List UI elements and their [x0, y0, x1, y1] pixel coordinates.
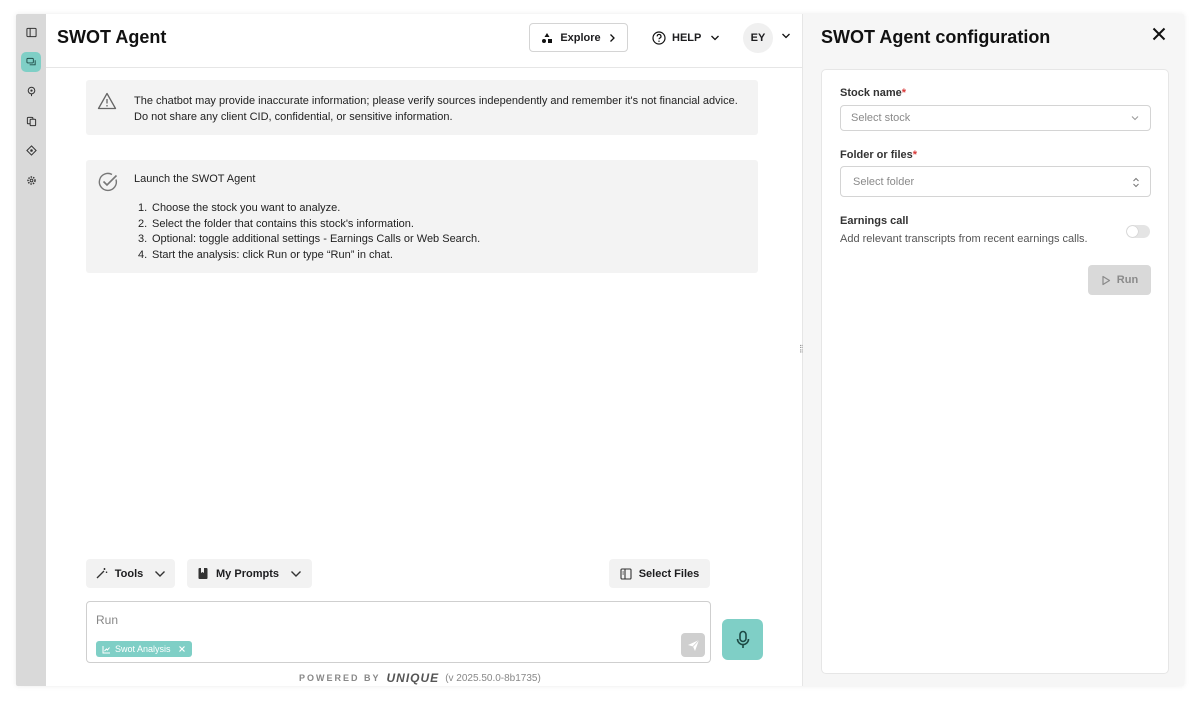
folder-label: Folder or files* — [840, 149, 918, 161]
step-number: 1. — [138, 202, 148, 214]
step-number: 2. — [138, 217, 148, 230]
prompts-nav-button[interactable] — [21, 140, 41, 160]
earnings-call-toggle[interactable] — [1126, 225, 1150, 238]
powered-by-text: POWERED BY — [299, 673, 381, 683]
step-text: Start the analysis: click Run or type “R… — [152, 249, 393, 262]
step-number: 3. — [138, 233, 148, 246]
step-text: Optional: toggle additional settings - E… — [152, 233, 481, 246]
run-button[interactable]: Run — [1088, 265, 1151, 295]
earnings-call-label: Earnings call — [840, 215, 909, 227]
disclaimer-text: The chatbot may provide inaccurate infor… — [134, 93, 748, 125]
stock-select-placeholder: Select stock — [851, 112, 911, 124]
chevron-down-icon — [711, 35, 720, 41]
explore-nav-button[interactable] — [21, 81, 41, 101]
sidebar-toggle-button[interactable] — [21, 22, 41, 42]
help-circle-icon — [652, 31, 666, 45]
tools-label: Tools — [114, 567, 144, 580]
bookmark-book-icon — [198, 568, 208, 579]
my-prompts-label: My Prompts — [216, 567, 279, 580]
chevron-down-icon — [1131, 116, 1139, 121]
launch-steps: 1. Choose the stock you want to analyze. … — [138, 201, 480, 264]
step-text: Choose the stock you want to analyze. — [152, 202, 341, 214]
folder-select-placeholder: Select folder — [853, 176, 915, 188]
magic-wand-icon — [96, 568, 108, 579]
chat-icon — [25, 57, 36, 65]
close-icon[interactable] — [178, 645, 186, 653]
message-input[interactable]: Run — [96, 613, 118, 627]
explore-icon — [27, 86, 35, 96]
launch-step: 4. Start the analysis: click Run or type … — [138, 248, 480, 264]
explore-label: Explore — [560, 31, 601, 44]
step-text: Select the folder that contains this sto… — [152, 217, 414, 230]
launch-step: 3. Optional: toggle additional settings -… — [138, 232, 480, 248]
check-circle-icon — [98, 172, 118, 192]
explore-button[interactable]: Explore — [529, 23, 628, 52]
agent-chip-label: Swot Analysis — [115, 644, 171, 654]
chevron-down-icon — [290, 570, 301, 577]
config-title: SWOT Agent configuration — [821, 27, 1051, 47]
my-prompts-button[interactable]: My Prompts — [187, 559, 312, 588]
brand-logo: UNIQUE — [386, 671, 440, 685]
config-form: Stock name* Select stock Folder or files… — [821, 69, 1169, 674]
launch-instructions: Launch the SWOT Agent 1. Choose the stock… — [86, 160, 758, 273]
user-avatar[interactable]: EY — [743, 23, 773, 53]
left-rail — [16, 14, 46, 686]
documents-icon — [26, 116, 36, 126]
toggle-knob — [1127, 226, 1138, 237]
settings-nav-button[interactable] — [21, 170, 41, 190]
agent-chip[interactable]: Swot Analysis — [96, 641, 192, 657]
select-files-button[interactable]: Select Files — [609, 559, 710, 588]
chart-icon — [102, 645, 110, 653]
send-button[interactable] — [681, 633, 705, 657]
config-panel: SWOT Agent configuration Stock name* Sel… — [803, 14, 1184, 686]
disclaimer-line-1: The chatbot may provide inaccurate infor… — [134, 95, 738, 107]
chevron-down-icon — [155, 570, 166, 577]
help-menu-button[interactable]: HELP — [652, 28, 720, 48]
chat-nav-button[interactable] — [21, 52, 41, 72]
send-icon — [687, 639, 699, 651]
powered-by-footer: POWERED BY UNIQUE (v 2025.50.0-8b1735) — [299, 671, 541, 685]
select-files-label: Select Files — [638, 567, 700, 580]
launch-step: 2. Select the folder that contains this s… — [138, 217, 480, 233]
launch-step: 1. Choose the stock you want to analyze. — [138, 201, 480, 217]
top-bar: SWOT Agent Explore HELP EY — [46, 14, 802, 68]
documents-nav-button[interactable] — [21, 111, 41, 131]
app-window: SWOT Agent Explore HELP EY The chatbot m… — [16, 14, 1184, 686]
help-label: HELP — [672, 32, 702, 44]
chevron-updown-icon — [1133, 177, 1139, 188]
version-text: (v 2025.50.0-8b1735) — [445, 672, 541, 684]
step-number: 4. — [138, 249, 148, 262]
stock-name-label: Stock name* — [840, 87, 907, 99]
close-icon[interactable] — [1151, 26, 1167, 42]
tools-button[interactable]: Tools — [86, 559, 175, 588]
file-panel-icon — [620, 567, 632, 580]
disclaimer-notice: The chatbot may provide inaccurate infor… — [86, 80, 758, 135]
user-menu-chevron-icon[interactable] — [781, 32, 791, 40]
page-title: SWOT Agent — [57, 27, 167, 47]
disclaimer-line-2: Do not share any client CID, confidentia… — [134, 111, 453, 123]
folder-select[interactable]: Select folder — [840, 166, 1151, 197]
launch-title: Launch the SWOT Agent — [134, 173, 256, 185]
chevron-right-icon — [609, 33, 615, 42]
prompts-icon — [25, 144, 37, 156]
stock-select[interactable]: Select stock — [840, 105, 1151, 131]
voice-input-button[interactable] — [722, 619, 763, 660]
shapes-icon — [542, 32, 553, 43]
message-composer[interactable]: Run Swot Analysis — [86, 601, 711, 663]
chat-area: SWOT Agent Explore HELP EY The chatbot m… — [46, 14, 802, 686]
settings-icon — [26, 175, 36, 185]
sidebar-toggle-icon — [25, 27, 37, 37]
microphone-icon — [736, 630, 749, 648]
run-label: Run — [1116, 274, 1139, 286]
play-icon — [1102, 275, 1110, 285]
earnings-call-description: Add relevant transcripts from recent ear… — [840, 233, 1088, 245]
warning-icon — [97, 92, 117, 110]
